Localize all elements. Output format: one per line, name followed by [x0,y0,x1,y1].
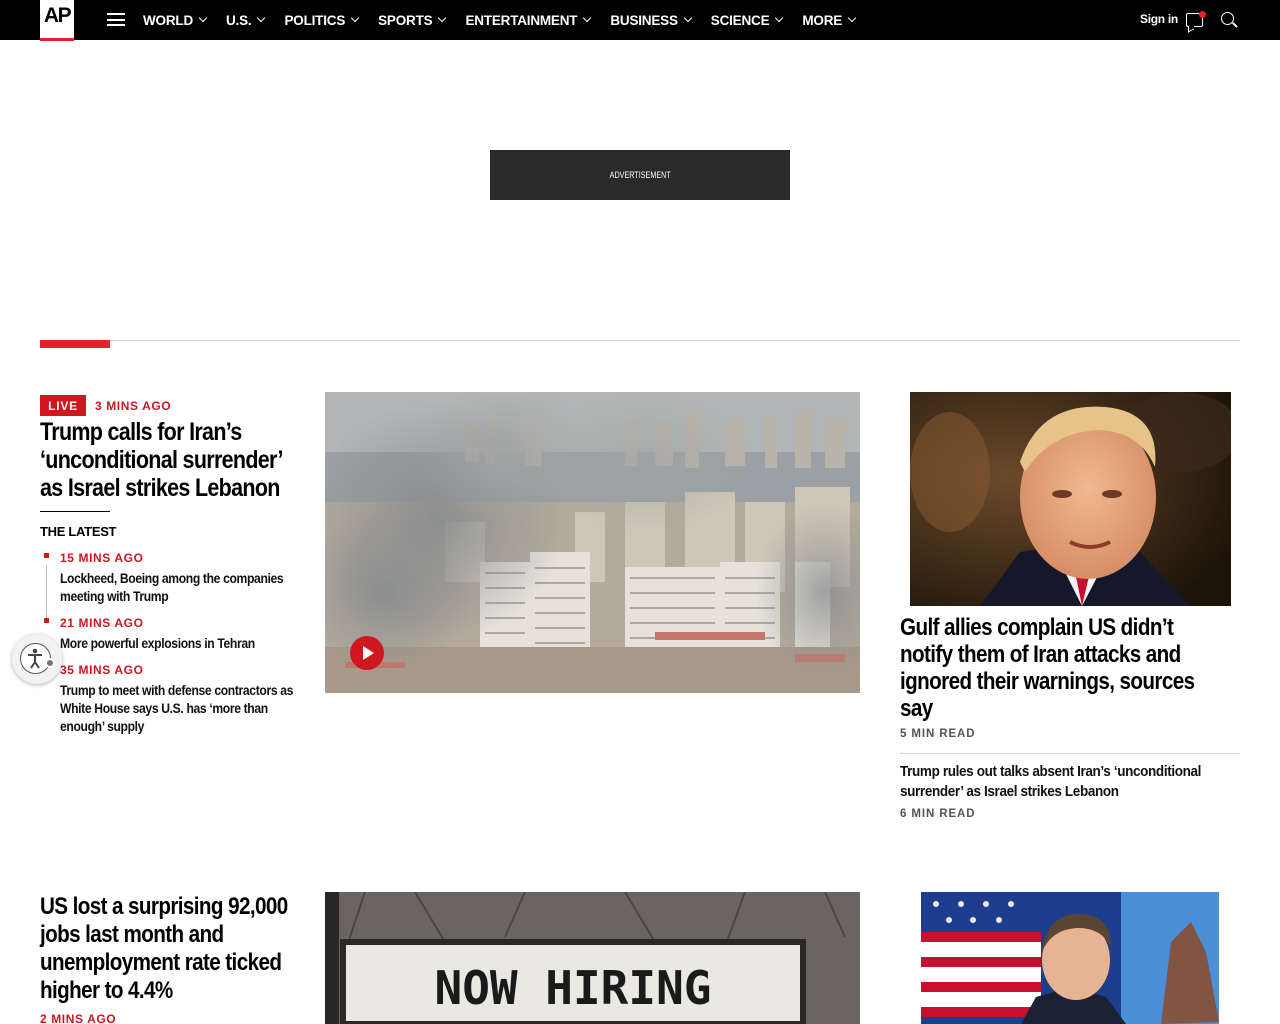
update-timestamp: 21 MINS AGO [60,616,144,630]
nav-item-sports[interactable]: SPORTS [378,12,447,28]
nav-item-world[interactable]: WORLD [143,12,208,28]
lead-headline[interactable]: Trump calls for Iran’s ‘unconditional su… [40,418,340,502]
update-link[interactable]: More powerful explosions in Tehran [60,635,310,653]
update-link[interactable]: Lockheed, Boeing among the companies mee… [60,570,310,606]
nav-item-label: SCIENCE [710,12,770,28]
lead-timestamp: 3 MINS AGO [95,399,172,413]
nav-item-label: BUSINESS [610,12,678,28]
right-divider [900,753,1240,754]
section-divider [40,340,1240,341]
right-story-photo[interactable] [910,392,1231,606]
lead-photo[interactable] [325,392,860,693]
right-sub-headline-text: Trump rules out talks absent Iran’s ‘unc… [900,763,1202,800]
nav-item-label: MORE [802,12,843,28]
chevron-down-icon [257,13,266,23]
nav-item-us[interactable]: U.S. [226,12,266,28]
update-text: Lockheed, Boeing among the companies mee… [60,571,284,604]
latest-rule [40,511,110,512]
jobs-story-headline-text: US lost a surprising 92,000 jobs last mo… [40,893,288,1004]
accessibility-button[interactable] [12,634,62,684]
lead-photo-image [325,392,860,693]
search-icon[interactable] [1221,12,1234,25]
nav-item-business[interactable]: BUSINESS [610,12,693,28]
timeline-dot [44,553,49,558]
hiring-sign-text: NOW HIRING [435,961,712,1015]
logo-text: AP [43,4,72,27]
ap-logo[interactable]: AP [40,0,74,41]
chevron-down-icon [350,13,360,23]
hiring-sign-photo[interactable]: NOW HIRING [325,892,860,1024]
chevron-down-icon [775,13,784,23]
update-text: Trump to meet with defense contractors a… [60,683,294,734]
bottom-right-photo-image [921,892,1219,1024]
nav-item-label: WORLD [143,12,193,28]
nav-item-label: ENTERTAINMENT [465,12,578,28]
right-story-photo-image [910,392,1231,606]
chevron-down-icon [683,13,693,23]
nav-item-label: POLITICS [284,12,346,28]
nav-item-more[interactable]: MORE [802,12,857,28]
chevron-down-icon [438,13,447,23]
right-story-headline-text: Gulf allies complain US didn’t notify th… [900,614,1195,722]
update-timestamp: 35 MINS AGO [60,663,144,677]
ad-label: ADVERTISEMENT [609,170,671,180]
update-timestamp: 15 MINS AGO [60,551,144,565]
jobs-story-timestamp: 2 MINS AGO [40,1012,117,1024]
latest-label: THE LATEST [40,524,117,539]
update-text: More powerful explosions in Tehran [60,636,255,651]
live-badge: LIVE [40,395,86,416]
section-divider-accent [40,340,110,348]
top-nav: AP WORLD U.S. POLITICS SPORTS ENTERTAINM… [0,0,1280,41]
chevron-down-icon [847,13,857,23]
nav-item-science[interactable]: SCIENCE [710,12,784,28]
sign-in-link[interactable]: Sign in [1140,12,1178,26]
nav-item-entertainment[interactable]: ENTERTAINMENT [465,12,592,28]
lead-headline-text: Trump calls for Iran’s ‘unconditional su… [40,418,282,502]
chevron-down-icon [198,13,208,23]
sub-read-time: 6 MIN READ [900,808,976,820]
jobs-story-headline[interactable]: US lost a surprising 92,000 jobs last mo… [40,893,320,1005]
advertisement-banner[interactable]: ADVERTISEMENT [490,150,790,200]
hiring-sign-image: NOW HIRING [325,892,860,1024]
settings-badge-icon [45,658,55,668]
menu-icon[interactable] [107,13,125,26]
right-sub-headline[interactable]: Trump rules out talks absent Iran’s ‘unc… [900,762,1240,802]
update-link[interactable]: Trump to meet with defense contractors a… [60,682,310,736]
nav-links: WORLD U.S. POLITICS SPORTS ENTERTAINMENT… [143,0,875,40]
bottom-right-photo[interactable] [921,892,1219,1024]
nav-item-label: SPORTS [378,12,433,28]
nav-item-politics[interactable]: POLITICS [284,12,360,28]
video-play-button[interactable] [350,636,384,670]
timeline-line [46,565,47,622]
notification-dot [1199,11,1206,18]
nav-item-label: U.S. [226,12,252,28]
chevron-down-icon [583,13,592,23]
read-time: 5 MIN READ [900,728,976,740]
right-story-headline[interactable]: Gulf allies complain US didn’t notify th… [900,614,1240,722]
timeline-dot [44,618,49,623]
